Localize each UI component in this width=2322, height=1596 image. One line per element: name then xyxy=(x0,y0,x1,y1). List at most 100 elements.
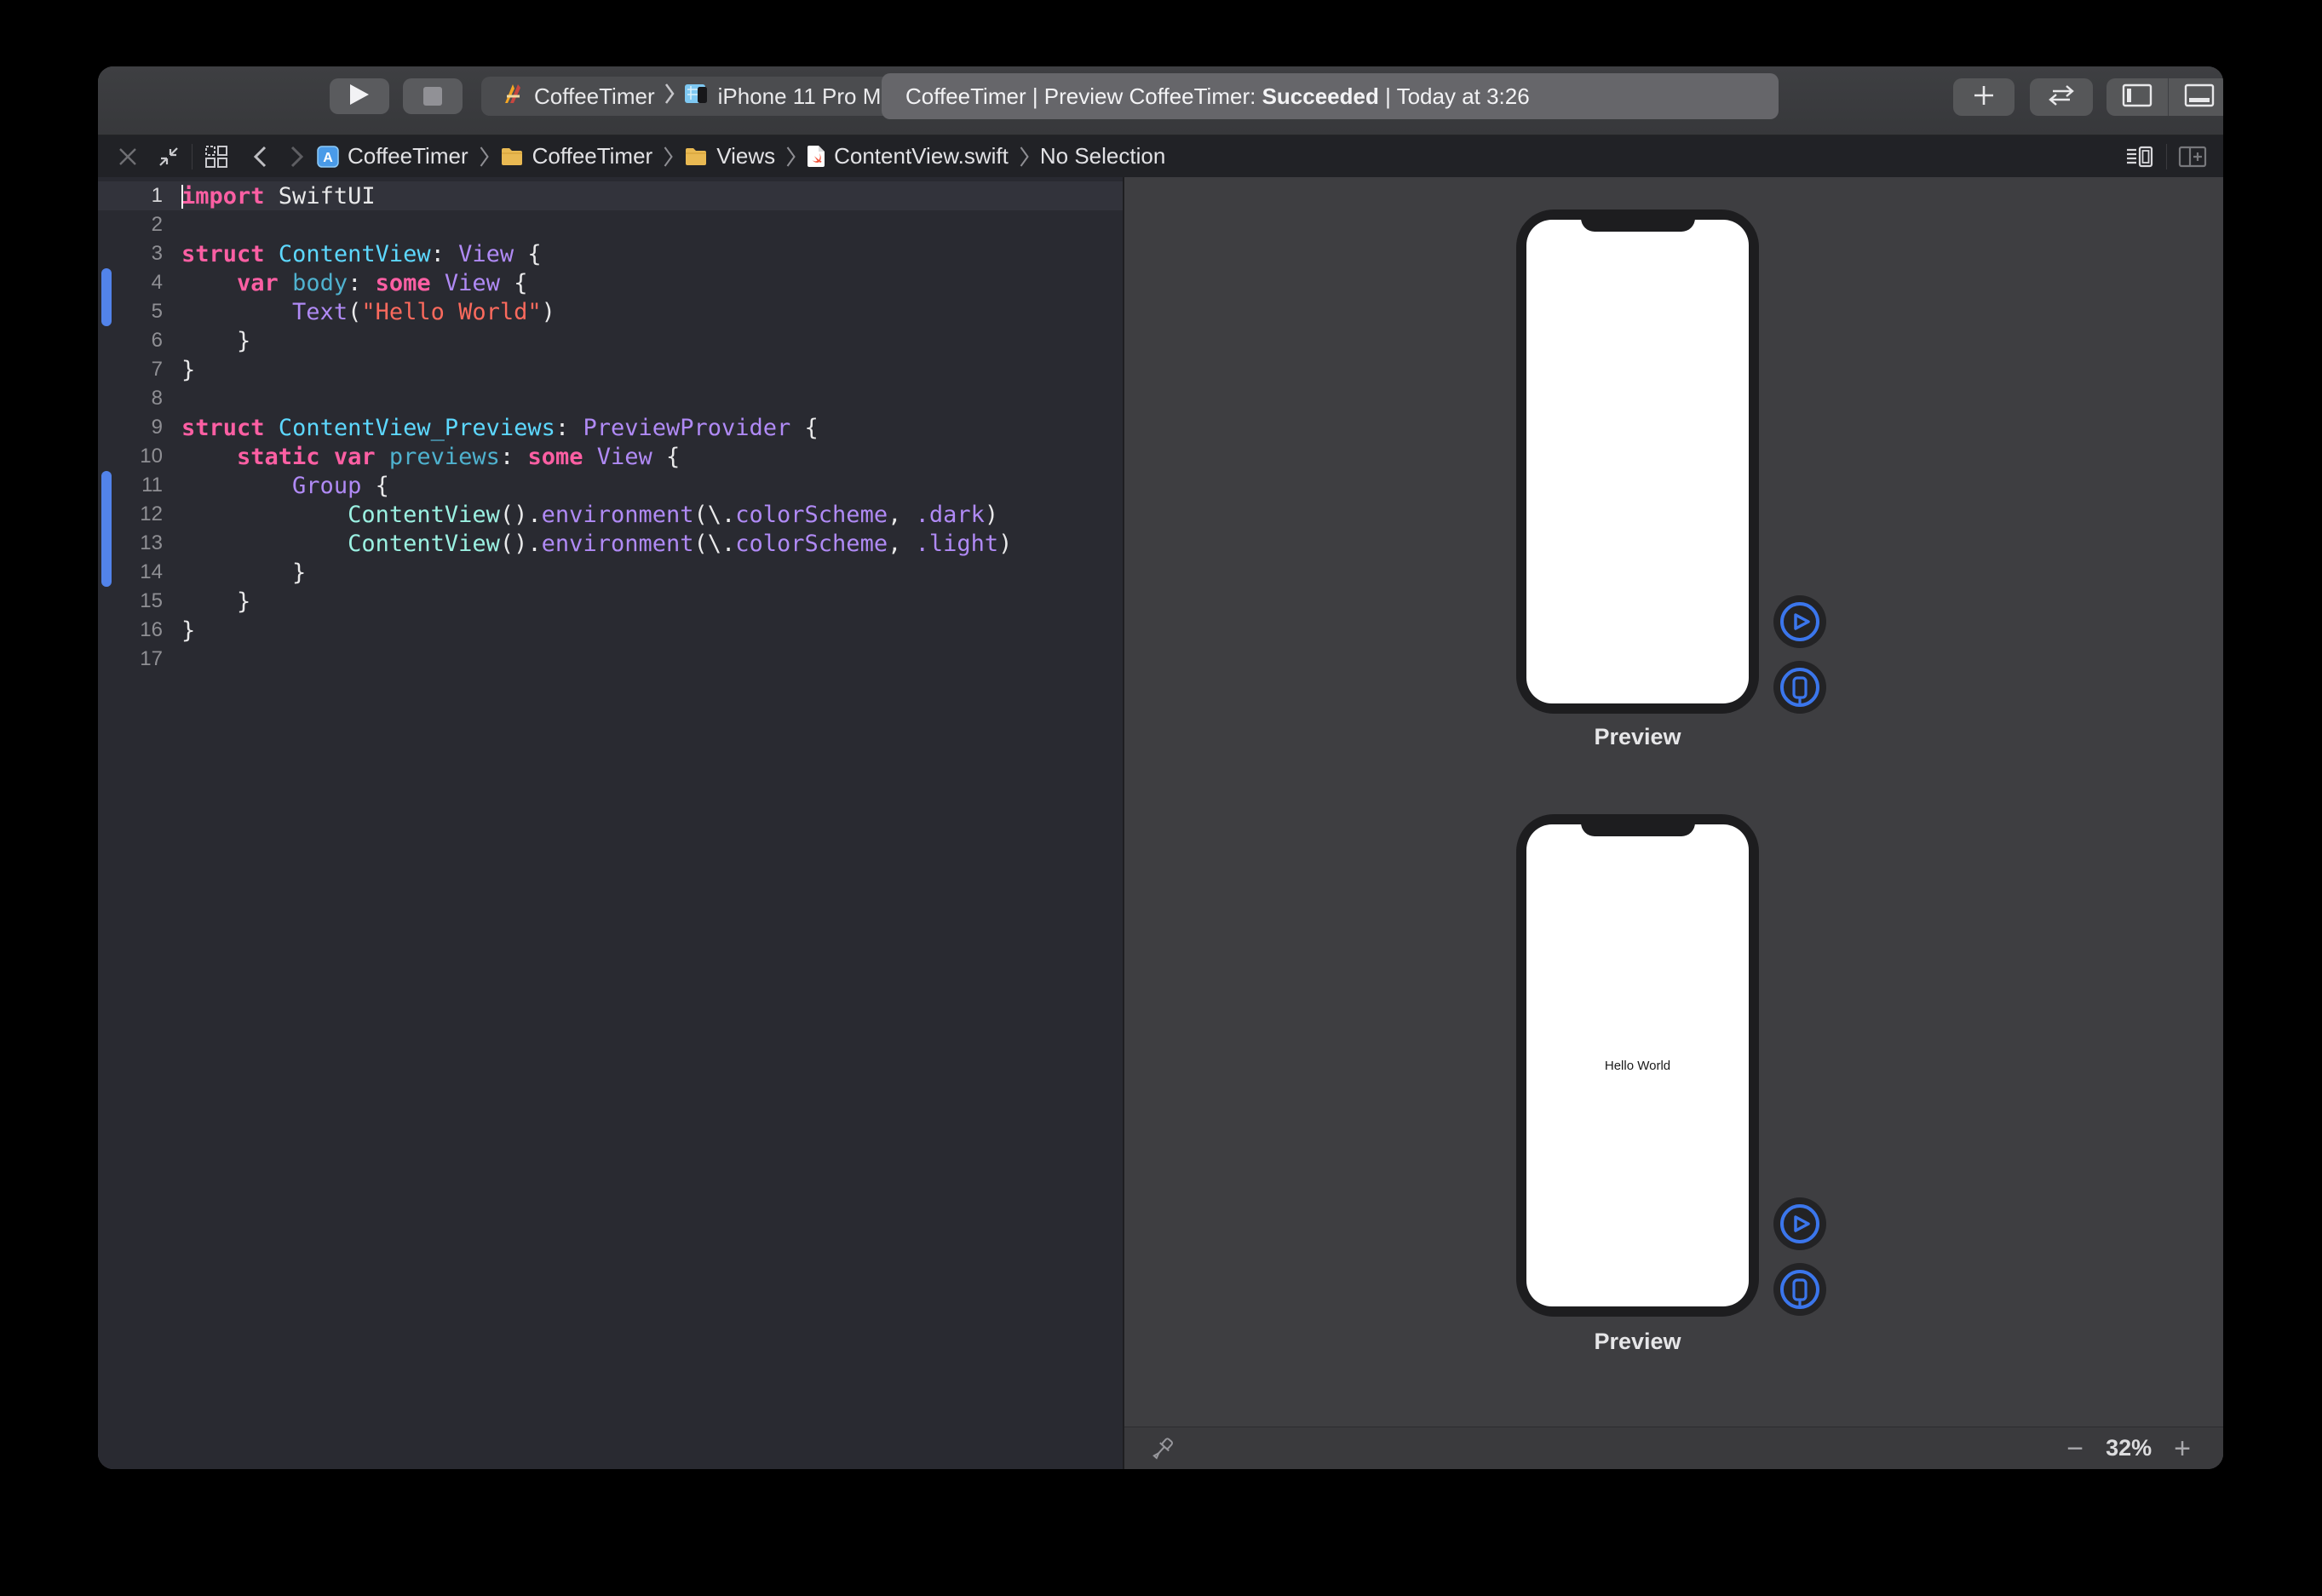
code-line[interactable]: 16} xyxy=(98,616,1123,645)
code-text: Text("Hello World") xyxy=(163,299,555,325)
pushpin-icon xyxy=(1148,1434,1177,1463)
toolbar: CoffeeTimer iPhone 11 Pro Max CoffeeTime… xyxy=(98,66,2223,135)
zoom-out-button[interactable]: − xyxy=(2066,1434,2083,1463)
breadcrumb-label: CoffeeTimer xyxy=(348,143,468,169)
code-line[interactable]: 5 Text("Hello World") xyxy=(98,297,1123,326)
code-line[interactable]: 10 static var previews: some View { xyxy=(98,442,1123,471)
toggle-bottom-panel-button[interactable] xyxy=(2168,78,2223,116)
code-line[interactable]: 15 } xyxy=(98,587,1123,616)
chevron-right-icon xyxy=(290,145,305,169)
breadcrumb-item[interactable]: ContentView.swift xyxy=(807,143,1009,169)
preview-label: Preview xyxy=(1516,1329,1759,1355)
device-icon xyxy=(684,83,710,111)
code-line[interactable]: 2 xyxy=(98,210,1123,239)
folder-icon xyxy=(684,146,708,167)
line-number: 11 xyxy=(98,474,163,497)
grid-icon xyxy=(203,143,230,170)
library-add-button[interactable] xyxy=(1953,78,2015,116)
line-number: 4 xyxy=(98,271,163,295)
device-circle-icon xyxy=(1773,1263,1826,1316)
code-text: struct ContentView_Previews: PreviewProv… xyxy=(163,415,819,441)
chevron-right-icon xyxy=(664,83,675,111)
code-line[interactable]: 14 } xyxy=(98,558,1123,587)
stop-icon xyxy=(423,87,442,106)
project-icon: A xyxy=(317,146,339,168)
stop-button[interactable] xyxy=(403,78,463,114)
source-editor[interactable]: 1import SwiftUI23struct ContentView: Vie… xyxy=(98,177,1123,1469)
screenshot-background: CoffeeTimer iPhone 11 Pro Max CoffeeTime… xyxy=(0,0,2322,1596)
editor-options-button[interactable] xyxy=(2125,144,2156,169)
code-line[interactable]: 9struct ContentView_Previews: PreviewPro… xyxy=(98,413,1123,442)
live-preview-button[interactable] xyxy=(1773,1197,1826,1250)
line-number: 2 xyxy=(98,213,163,237)
breadcrumb-separator-icon xyxy=(1019,146,1030,168)
breadcrumb-item[interactable]: A CoffeeTimer xyxy=(317,143,468,169)
close-editor-button[interactable] xyxy=(117,146,139,168)
code-text: } xyxy=(163,357,195,383)
line-number: 17 xyxy=(98,647,163,671)
minimize-editor-button[interactable] xyxy=(156,144,181,169)
activity-status-bar[interactable]: CoffeeTimer | Preview CoffeeTimer: Succe… xyxy=(882,73,1779,119)
chevron-left-icon xyxy=(252,145,267,169)
pin-preview-button[interactable] xyxy=(1148,1434,1177,1463)
status-text: CoffeeTimer | Preview CoffeeTimer: Succe… xyxy=(905,83,1530,110)
preview-canvas[interactable]: Preview Hello World Preview xyxy=(1123,177,2223,1469)
play-circle-icon xyxy=(1773,1197,1826,1250)
swift-file-icon xyxy=(807,145,825,168)
zoom-in-button[interactable]: + xyxy=(2174,1434,2191,1463)
device-notch xyxy=(1581,814,1695,836)
code-text: static var previews: some View { xyxy=(163,444,680,470)
code-line[interactable]: 8 xyxy=(98,384,1123,413)
breadcrumb-item[interactable]: CoffeeTimer xyxy=(500,143,653,169)
live-preview-button[interactable] xyxy=(1773,595,1826,648)
scheme-selector[interactable]: CoffeeTimer iPhone 11 Pro Max xyxy=(481,77,923,116)
breadcrumb-label: CoffeeTimer xyxy=(532,143,653,169)
breadcrumb-item[interactable]: Views xyxy=(684,143,775,169)
code-text: } xyxy=(163,588,250,615)
preview-on-device-button[interactable] xyxy=(1773,661,1826,714)
line-number: 3 xyxy=(98,242,163,266)
divider xyxy=(192,144,193,169)
code-line[interactable]: 4 var body: some View { xyxy=(98,268,1123,297)
swap-arrows-icon xyxy=(2046,84,2077,111)
bottom-panel-icon xyxy=(2184,83,2215,112)
code-line[interactable]: 11 Group { xyxy=(98,471,1123,500)
code-text: } xyxy=(163,328,250,354)
breadcrumb: A CoffeeTimer CoffeeTimer Views ContentView.… xyxy=(317,143,1165,169)
line-number: 1 xyxy=(98,184,163,208)
toggle-left-panel-button[interactable] xyxy=(2106,78,2168,116)
code-line[interactable]: 13 ContentView().environment(\.colorSche… xyxy=(98,529,1123,558)
breadcrumb-item[interactable]: No Selection xyxy=(1040,143,1165,169)
editor-swap-button[interactable] xyxy=(2030,78,2093,116)
jump-bar-right-controls xyxy=(2125,144,2208,169)
code-lines: 1import SwiftUI23struct ContentView: Vie… xyxy=(98,181,1123,674)
line-number: 7 xyxy=(98,358,163,382)
add-editor-icon xyxy=(2177,144,2208,169)
code-text: ContentView().environment(\.colorScheme,… xyxy=(163,502,998,528)
code-line[interactable]: 3struct ContentView: View { xyxy=(98,239,1123,268)
preview-on-device-button[interactable] xyxy=(1773,1263,1826,1316)
line-number: 5 xyxy=(98,300,163,324)
related-items-button[interactable] xyxy=(203,143,230,170)
xcode-window: CoffeeTimer iPhone 11 Pro Max CoffeeTime… xyxy=(98,66,2223,1469)
forward-button[interactable] xyxy=(290,145,305,169)
breadcrumb-separator-icon xyxy=(479,146,490,168)
close-icon xyxy=(117,146,139,168)
add-editor-button[interactable] xyxy=(2177,144,2208,169)
canvas-bottom-bar: − 32% + xyxy=(1124,1427,2223,1469)
code-line[interactable]: 7} xyxy=(98,355,1123,384)
device-notch xyxy=(1581,210,1695,232)
code-line[interactable]: 12 ContentView().environment(\.colorSche… xyxy=(98,500,1123,529)
line-number: 13 xyxy=(98,531,163,555)
code-line[interactable]: 6 } xyxy=(98,326,1123,355)
svg-text:A: A xyxy=(323,151,333,165)
preview-screen-text: Hello World xyxy=(1605,1059,1670,1073)
run-button[interactable] xyxy=(330,78,389,114)
back-button[interactable] xyxy=(252,145,267,169)
divider xyxy=(2166,144,2167,169)
code-text: struct ContentView: View { xyxy=(163,241,542,267)
code-line[interactable]: 17 xyxy=(98,645,1123,674)
code-line[interactable]: 1import SwiftUI xyxy=(98,181,1123,210)
line-number: 10 xyxy=(98,445,163,468)
breadcrumb-label: ContentView.swift xyxy=(834,143,1009,169)
